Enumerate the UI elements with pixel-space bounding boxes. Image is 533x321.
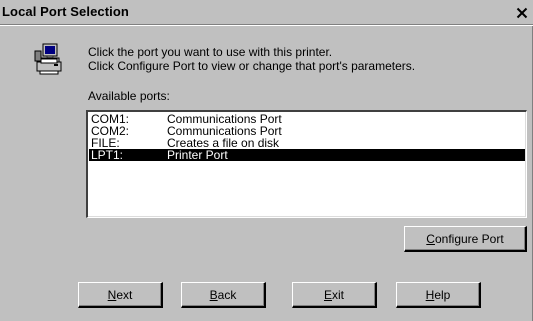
port-name: LPT1: <box>91 148 124 162</box>
instruction-line-2: Click Configure Port to view or change t… <box>88 59 416 73</box>
next-button[interactable]: Next <box>78 282 163 308</box>
instruction-line-1: Click the port you want to use with this… <box>88 45 333 59</box>
available-ports-label: Available ports: <box>88 89 170 103</box>
computer-printer-icon <box>34 43 64 75</box>
local-port-selection-dialog: Local Port Selection Click the port you … <box>0 0 533 321</box>
close-icon[interactable] <box>514 5 530 21</box>
list-item[interactable]: FILE: Creates a file on disk <box>89 137 525 149</box>
list-item-selected[interactable]: LPT1: Printer Port <box>89 149 525 161</box>
title-separator <box>0 24 533 26</box>
instructions: Click the port you want to use with this… <box>88 45 415 73</box>
exit-button[interactable]: Exit <box>292 282 377 308</box>
ports-listbox[interactable]: COM1: Communications Port COM2: Communic… <box>86 110 527 218</box>
back-button[interactable]: Back <box>181 282 266 308</box>
configure-port-button[interactable]: Configure Port <box>404 226 527 252</box>
port-description: Printer Port <box>167 148 228 162</box>
title-bar[interactable]: Local Port Selection <box>0 0 533 24</box>
window-title: Local Port Selection <box>2 4 129 19</box>
list-item[interactable]: COM1: Communications Port <box>89 113 525 125</box>
help-button[interactable]: Help <box>396 282 481 308</box>
list-item[interactable]: COM2: Communications Port <box>89 125 525 137</box>
